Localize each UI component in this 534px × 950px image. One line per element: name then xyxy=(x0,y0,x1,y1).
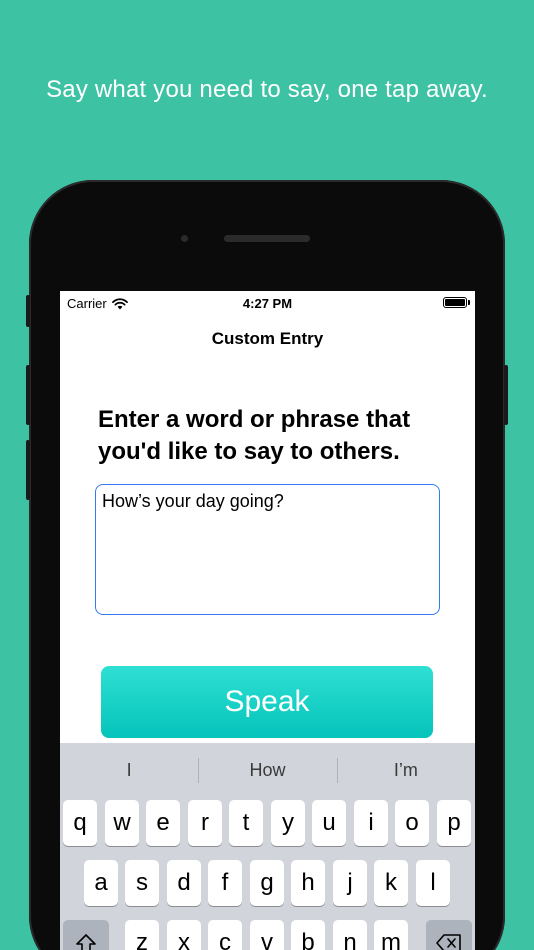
key[interactable]: f xyxy=(208,860,242,906)
key[interactable]: r xyxy=(188,800,222,846)
tagline: Say what you need to say, one tap away. xyxy=(46,76,488,103)
key[interactable]: n xyxy=(333,920,367,950)
key[interactable]: h xyxy=(291,860,325,906)
key[interactable]: t xyxy=(229,800,263,846)
battery-icon xyxy=(443,297,467,308)
key[interactable]: z xyxy=(125,920,159,950)
suggestion-item[interactable]: I’m xyxy=(336,743,475,797)
battery-cap xyxy=(468,300,470,305)
entry-prompt: Enter a word or phrase that you'd like t… xyxy=(98,406,411,465)
volume-down-button xyxy=(26,440,30,500)
backspace-icon xyxy=(436,934,461,950)
speak-button[interactable]: Speak xyxy=(101,666,433,738)
status-bar: Carrier 4:27 PM xyxy=(60,291,475,315)
volume-up-button xyxy=(26,365,30,425)
key[interactable]: i xyxy=(354,800,388,846)
key[interactable]: q xyxy=(63,800,97,846)
backspace-key[interactable] xyxy=(426,920,472,950)
key[interactable]: b xyxy=(291,920,325,950)
suggestion-bar: I How I’m xyxy=(60,743,475,797)
key[interactable]: x xyxy=(167,920,201,950)
key[interactable]: m xyxy=(374,920,408,950)
key[interactable]: c xyxy=(208,920,242,950)
phrase-input[interactable]: How’s your day going? xyxy=(95,484,440,615)
silent-switch xyxy=(26,295,30,327)
key[interactable]: p xyxy=(437,800,471,846)
earpiece-speaker xyxy=(224,235,310,242)
key[interactable]: k xyxy=(374,860,408,906)
key[interactable]: g xyxy=(250,860,284,906)
key[interactable]: u xyxy=(312,800,346,846)
key[interactable]: y xyxy=(271,800,305,846)
shift-icon xyxy=(76,934,96,950)
shift-key[interactable] xyxy=(63,920,109,950)
phone-screen: Carrier 4:27 PM Custom Entry Enter a wor… xyxy=(60,291,475,950)
keyboard: I How I’m q w e r t y u i o p a s d f g … xyxy=(60,743,475,950)
suggestion-item[interactable]: How xyxy=(198,743,336,797)
nav-title: Custom Entry xyxy=(211,329,324,348)
key[interactable]: w xyxy=(105,800,139,846)
suggestion-item[interactable]: I xyxy=(60,743,198,797)
key[interactable]: e xyxy=(146,800,180,846)
key[interactable]: j xyxy=(333,860,367,906)
power-button xyxy=(504,365,508,425)
key[interactable]: d xyxy=(167,860,201,906)
key[interactable]: o xyxy=(395,800,429,846)
clock: 4:27 PM xyxy=(242,296,293,311)
key[interactable]: a xyxy=(84,860,118,906)
battery-level xyxy=(445,299,465,306)
front-camera xyxy=(181,235,188,242)
key[interactable]: l xyxy=(416,860,450,906)
key[interactable]: s xyxy=(125,860,159,906)
key[interactable]: v xyxy=(250,920,284,950)
